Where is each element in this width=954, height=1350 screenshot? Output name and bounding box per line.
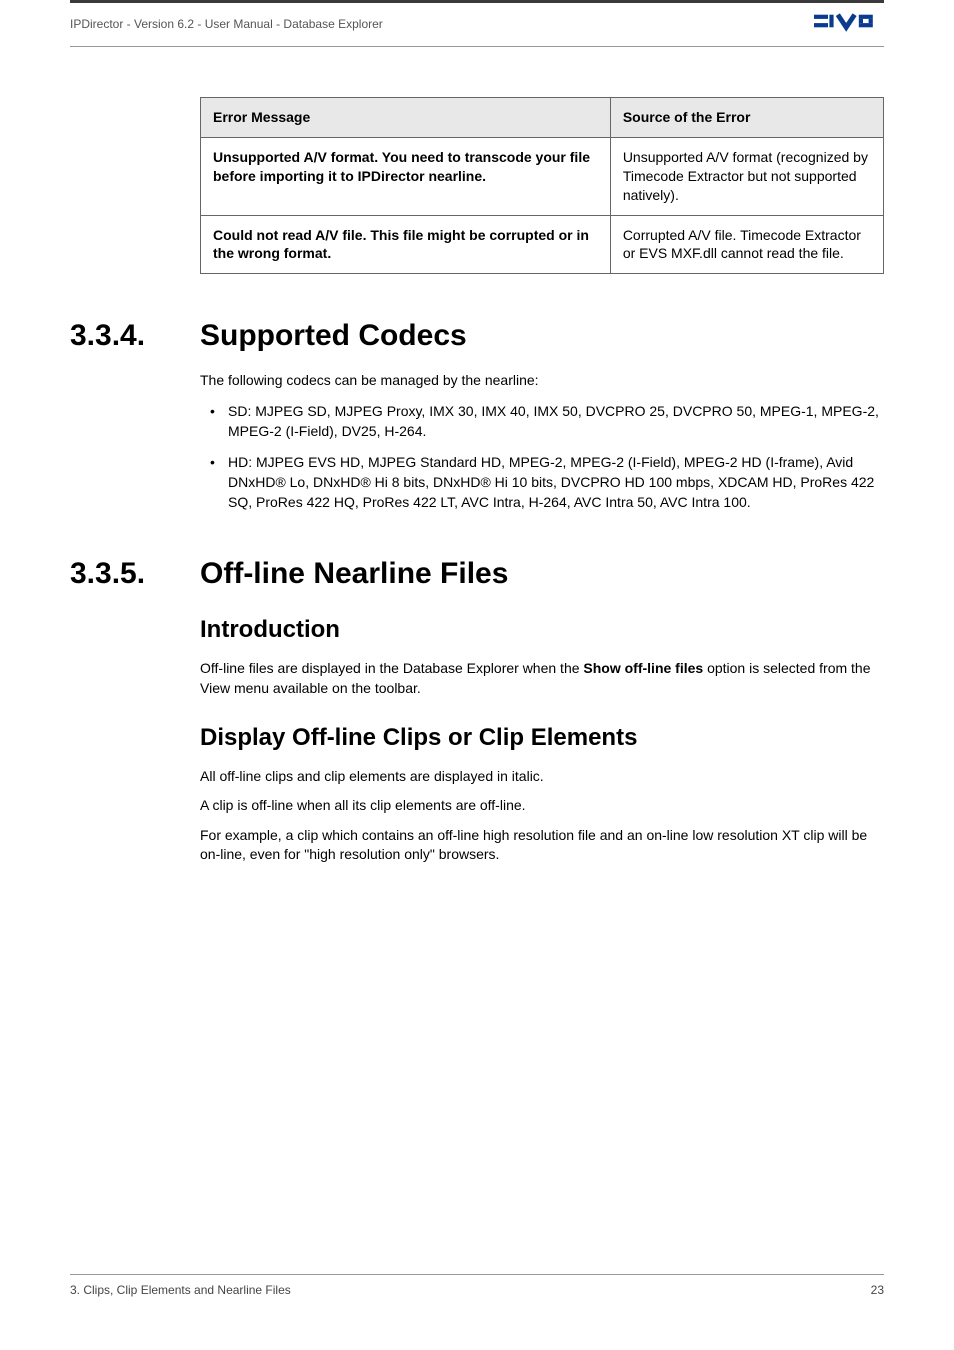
codec-list: SD: MJPEG SD, MJPEG Proxy, IMX 30, IMX 4… — [200, 401, 884, 512]
display-paragraph: All off-line clips and clip elements are… — [200, 767, 884, 787]
list-item: HD: MJPEG EVS HD, MJPEG Standard HD, MPE… — [200, 452, 884, 513]
col-header-error: Error Message — [201, 98, 611, 138]
section-number: 3.3.4. — [70, 319, 200, 353]
evs-logo — [814, 9, 884, 38]
footer-page-number: 23 — [871, 1283, 884, 1297]
display-heading: Display Off-line Clips or Clip Elements — [200, 724, 884, 752]
section-335-heading: 3.3.5. Off-line Nearline Files — [70, 557, 884, 591]
introduction-paragraph: Off-line files are displayed in the Data… — [200, 659, 884, 698]
footer-left: 3. Clips, Clip Elements and Nearline Fil… — [70, 1283, 291, 1297]
cell-error-msg: Unsupported A/V format. You need to tran… — [201, 137, 611, 215]
table-header-row: Error Message Source of the Error — [201, 98, 884, 138]
cell-error-msg: Could not read A/V file. This file might… — [201, 215, 611, 274]
breadcrumb: IPDirector - Version 6.2 - User Manual -… — [70, 17, 383, 31]
section-title-text: Supported Codecs — [200, 319, 467, 353]
introduction-heading: Introduction — [200, 616, 884, 644]
section-number: 3.3.5. — [70, 557, 200, 591]
page-body: Error Message Source of the Error Unsupp… — [0, 47, 954, 1337]
error-table: Error Message Source of the Error Unsupp… — [200, 97, 884, 274]
page-footer: 3. Clips, Clip Elements and Nearline Fil… — [70, 1274, 884, 1297]
list-item: SD: MJPEG SD, MJPEG Proxy, IMX 30, IMX 4… — [200, 401, 884, 442]
cell-error-source: Unsupported A/V format (recognized by Ti… — [610, 137, 883, 215]
col-header-source: Source of the Error — [610, 98, 883, 138]
page-header: IPDirector - Version 6.2 - User Manual -… — [70, 3, 884, 44]
section-title-text: Off-line Nearline Files — [200, 557, 508, 591]
cell-error-source: Corrupted A/V file. Timecode Extractor o… — [610, 215, 883, 274]
section-334-heading: 3.3.4. Supported Codecs — [70, 319, 884, 353]
table-row: Could not read A/V file. This file might… — [201, 215, 884, 274]
section-334-intro: The following codecs can be managed by t… — [200, 371, 884, 391]
table-row: Unsupported A/V format. You need to tran… — [201, 137, 884, 215]
display-paragraph: For example, a clip which contains an of… — [200, 826, 884, 865]
display-paragraph: A clip is off-line when all its clip ele… — [200, 796, 884, 816]
